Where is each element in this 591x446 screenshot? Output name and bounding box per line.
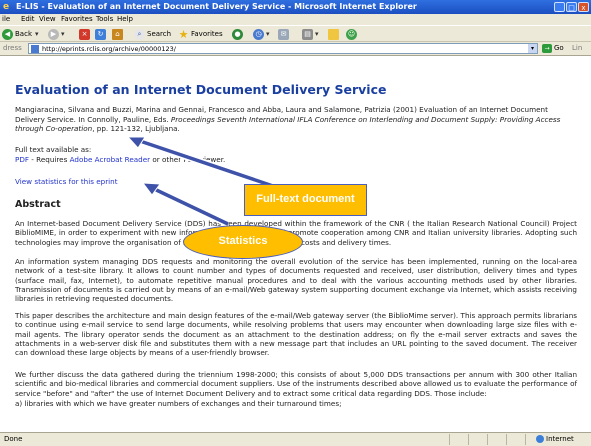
status-divider: [449, 434, 450, 445]
status-text: Done: [4, 435, 23, 443]
globe-icon: [536, 435, 544, 443]
statistics-arrow-line: [149, 185, 229, 226]
status-divider: [487, 434, 488, 445]
status-divider: [506, 434, 507, 445]
statistics-callout: Statistics: [183, 225, 303, 259]
status-divider: [468, 434, 469, 445]
fulltext-arrow-line: [133, 137, 277, 189]
fulltext-callout: Full-text document: [244, 184, 367, 216]
browser-window: e E-LIS - Evaluation of an Internet Docu…: [0, 0, 591, 446]
zone-indicator: Internet: [536, 433, 574, 446]
status-divider: [525, 434, 526, 445]
callout-arrows: [126, 135, 278, 228]
status-bar: Done Internet: [0, 432, 591, 446]
